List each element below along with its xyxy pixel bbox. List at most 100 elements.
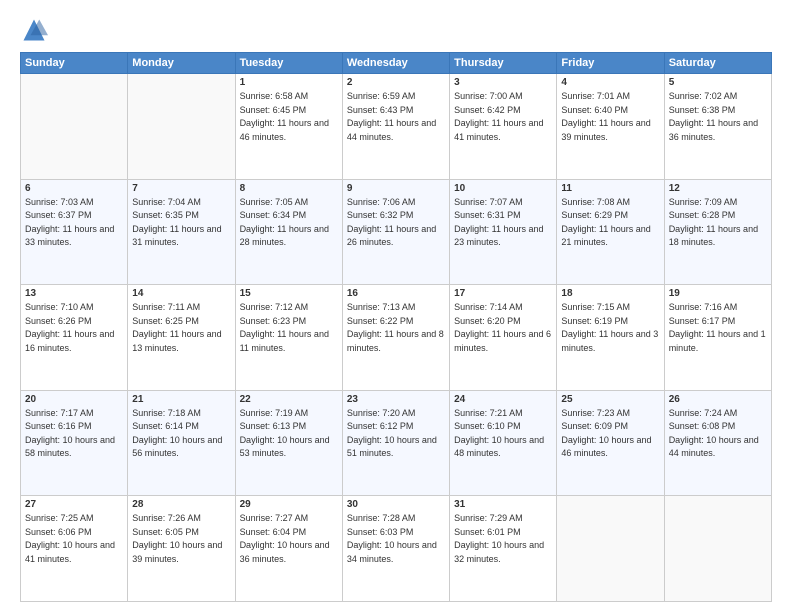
day-info: Sunrise: 7:24 AM Sunset: 6:08 PM Dayligh…	[669, 407, 767, 461]
day-number: 17	[454, 288, 552, 299]
day-info: Sunrise: 7:23 AM Sunset: 6:09 PM Dayligh…	[561, 407, 659, 461]
calendar-cell: 26Sunrise: 7:24 AM Sunset: 6:08 PM Dayli…	[664, 390, 771, 496]
day-number: 29	[240, 499, 338, 510]
calendar-cell: 20 Sunrise: 7:17 AM Sunset: 6:16 PM Dayli…	[21, 390, 128, 496]
calendar-cell: 28Sunrise: 7:26 AM Sunset: 6:05 PM Dayli…	[128, 496, 235, 602]
calendar-cell: 18 Sunrise: 7:15 AM Sunset: 6:19 PM Dayli…	[557, 285, 664, 391]
calendar-cell: 24 Sunrise: 7:21 AM Sunset: 6:10 PM Dayli…	[450, 390, 557, 496]
calendar-cell: 25 Sunrise: 7:23 AM Sunset: 6:09 PM Dayli…	[557, 390, 664, 496]
calendar-cell: 10 Sunrise: 7:07 AM Sunset: 6:31 PM Dayli…	[450, 179, 557, 285]
calendar-week-5: 27 Sunrise: 7:25 AM Sunset: 6:06 PM Dayli…	[21, 496, 772, 602]
calendar-cell	[128, 74, 235, 180]
calendar-cell: 22 Sunrise: 7:19 AM Sunset: 6:13 PM Dayli…	[235, 390, 342, 496]
day-number: 20	[25, 394, 123, 405]
day-info: Sunrise: 6:59 AM Sunset: 6:43 PM Dayligh…	[347, 90, 445, 144]
day-info: Sunrise: 7:27 AM Sunset: 6:04 PM Dayligh…	[240, 512, 338, 566]
calendar-cell: 31Sunrise: 7:29 AM Sunset: 6:01 PM Dayli…	[450, 496, 557, 602]
calendar-table: SundayMondayTuesdayWednesdayThursdayFrid…	[20, 52, 772, 602]
calendar-week-4: 20 Sunrise: 7:17 AM Sunset: 6:16 PM Dayli…	[21, 390, 772, 496]
day-info: Sunrise: 7:10 AM Sunset: 6:26 PM Dayligh…	[25, 301, 123, 355]
day-number: 8	[240, 183, 338, 194]
day-info: Sunrise: 7:13 AM Sunset: 6:22 PM Dayligh…	[347, 301, 445, 355]
day-number: 31	[454, 499, 552, 510]
calendar-cell: 29 Sunrise: 7:27 AM Sunset: 6:04 PM Dayli…	[235, 496, 342, 602]
day-info: Sunrise: 7:26 AM Sunset: 6:05 PM Dayligh…	[132, 512, 230, 566]
day-number: 30	[347, 499, 445, 510]
calendar-cell: 13Sunrise: 7:10 AM Sunset: 6:26 PM Dayli…	[21, 285, 128, 391]
calendar-cell: 3Sunrise: 7:00 AM Sunset: 6:42 PM Daylig…	[450, 74, 557, 180]
calendar-cell: 15Sunrise: 7:12 AM Sunset: 6:23 PM Dayli…	[235, 285, 342, 391]
day-info: Sunrise: 7:02 AM Sunset: 6:38 PM Dayligh…	[669, 90, 767, 144]
calendar-header-monday: Monday	[128, 53, 235, 74]
day-number: 24	[454, 394, 552, 405]
day-number: 6	[25, 183, 123, 194]
calendar-header-tuesday: Tuesday	[235, 53, 342, 74]
calendar-week-1: 1 Sunrise: 6:58 AM Sunset: 6:45 PM Daylig…	[21, 74, 772, 180]
day-number: 4	[561, 77, 659, 88]
day-info: Sunrise: 7:08 AM Sunset: 6:29 PM Dayligh…	[561, 196, 659, 250]
day-info: Sunrise: 7:03 AM Sunset: 6:37 PM Dayligh…	[25, 196, 123, 250]
day-info: Sunrise: 7:15 AM Sunset: 6:19 PM Dayligh…	[561, 301, 659, 355]
day-number: 12	[669, 183, 767, 194]
day-info: Sunrise: 7:11 AM Sunset: 6:25 PM Dayligh…	[132, 301, 230, 355]
calendar-cell: 6 Sunrise: 7:03 AM Sunset: 6:37 PM Daylig…	[21, 179, 128, 285]
day-number: 18	[561, 288, 659, 299]
day-info: Sunrise: 7:14 AM Sunset: 6:20 PM Dayligh…	[454, 301, 552, 355]
header	[20, 16, 772, 44]
day-info: Sunrise: 7:04 AM Sunset: 6:35 PM Dayligh…	[132, 196, 230, 250]
calendar-cell: 19Sunrise: 7:16 AM Sunset: 6:17 PM Dayli…	[664, 285, 771, 391]
logo-icon	[20, 16, 48, 44]
day-number: 21	[132, 394, 230, 405]
day-info: Sunrise: 7:05 AM Sunset: 6:34 PM Dayligh…	[240, 196, 338, 250]
calendar-cell: 2Sunrise: 6:59 AM Sunset: 6:43 PM Daylig…	[342, 74, 449, 180]
day-info: Sunrise: 7:18 AM Sunset: 6:14 PM Dayligh…	[132, 407, 230, 461]
day-info: Sunrise: 7:20 AM Sunset: 6:12 PM Dayligh…	[347, 407, 445, 461]
day-number: 5	[669, 77, 767, 88]
calendar-cell: 12 Sunrise: 7:09 AM Sunset: 6:28 PM Dayli…	[664, 179, 771, 285]
calendar-cell: 9 Sunrise: 7:06 AM Sunset: 6:32 PM Daylig…	[342, 179, 449, 285]
calendar-header-row: SundayMondayTuesdayWednesdayThursdayFrid…	[21, 53, 772, 74]
day-number: 9	[347, 183, 445, 194]
day-info: Sunrise: 7:07 AM Sunset: 6:31 PM Dayligh…	[454, 196, 552, 250]
calendar-cell: 14Sunrise: 7:11 AM Sunset: 6:25 PM Dayli…	[128, 285, 235, 391]
calendar-cell: 27 Sunrise: 7:25 AM Sunset: 6:06 PM Dayli…	[21, 496, 128, 602]
calendar-cell: 21 Sunrise: 7:18 AM Sunset: 6:14 PM Dayli…	[128, 390, 235, 496]
calendar-header-wednesday: Wednesday	[342, 53, 449, 74]
calendar-cell: 7Sunrise: 7:04 AM Sunset: 6:35 PM Daylig…	[128, 179, 235, 285]
day-number: 10	[454, 183, 552, 194]
page: SundayMondayTuesdayWednesdayThursdayFrid…	[0, 0, 792, 612]
calendar-week-3: 13Sunrise: 7:10 AM Sunset: 6:26 PM Dayli…	[21, 285, 772, 391]
day-number: 23	[347, 394, 445, 405]
day-info: Sunrise: 7:19 AM Sunset: 6:13 PM Dayligh…	[240, 407, 338, 461]
calendar-cell: 8 Sunrise: 7:05 AM Sunset: 6:34 PM Daylig…	[235, 179, 342, 285]
calendar-header-saturday: Saturday	[664, 53, 771, 74]
day-info: Sunrise: 7:01 AM Sunset: 6:40 PM Dayligh…	[561, 90, 659, 144]
day-info: Sunrise: 6:58 AM Sunset: 6:45 PM Dayligh…	[240, 90, 338, 144]
calendar-cell	[664, 496, 771, 602]
day-info: Sunrise: 7:25 AM Sunset: 6:06 PM Dayligh…	[25, 512, 123, 566]
calendar-cell: 4 Sunrise: 7:01 AM Sunset: 6:40 PM Daylig…	[557, 74, 664, 180]
calendar-cell	[557, 496, 664, 602]
day-info: Sunrise: 7:21 AM Sunset: 6:10 PM Dayligh…	[454, 407, 552, 461]
day-info: Sunrise: 7:00 AM Sunset: 6:42 PM Dayligh…	[454, 90, 552, 144]
day-number: 1	[240, 77, 338, 88]
logo	[20, 16, 52, 44]
calendar-cell: 1 Sunrise: 6:58 AM Sunset: 6:45 PM Daylig…	[235, 74, 342, 180]
calendar-cell: 23 Sunrise: 7:20 AM Sunset: 6:12 PM Dayli…	[342, 390, 449, 496]
calendar-cell: 16 Sunrise: 7:13 AM Sunset: 6:22 PM Dayli…	[342, 285, 449, 391]
day-info: Sunrise: 7:09 AM Sunset: 6:28 PM Dayligh…	[669, 196, 767, 250]
day-number: 27	[25, 499, 123, 510]
calendar-cell	[21, 74, 128, 180]
day-number: 22	[240, 394, 338, 405]
calendar-cell: 30Sunrise: 7:28 AM Sunset: 6:03 PM Dayli…	[342, 496, 449, 602]
calendar-header-thursday: Thursday	[450, 53, 557, 74]
day-number: 25	[561, 394, 659, 405]
day-info: Sunrise: 7:17 AM Sunset: 6:16 PM Dayligh…	[25, 407, 123, 461]
calendar-header-sunday: Sunday	[21, 53, 128, 74]
calendar-header-friday: Friday	[557, 53, 664, 74]
calendar-cell: 5 Sunrise: 7:02 AM Sunset: 6:38 PM Daylig…	[664, 74, 771, 180]
calendar-cell: 11Sunrise: 7:08 AM Sunset: 6:29 PM Dayli…	[557, 179, 664, 285]
day-info: Sunrise: 7:06 AM Sunset: 6:32 PM Dayligh…	[347, 196, 445, 250]
day-number: 15	[240, 288, 338, 299]
day-number: 16	[347, 288, 445, 299]
